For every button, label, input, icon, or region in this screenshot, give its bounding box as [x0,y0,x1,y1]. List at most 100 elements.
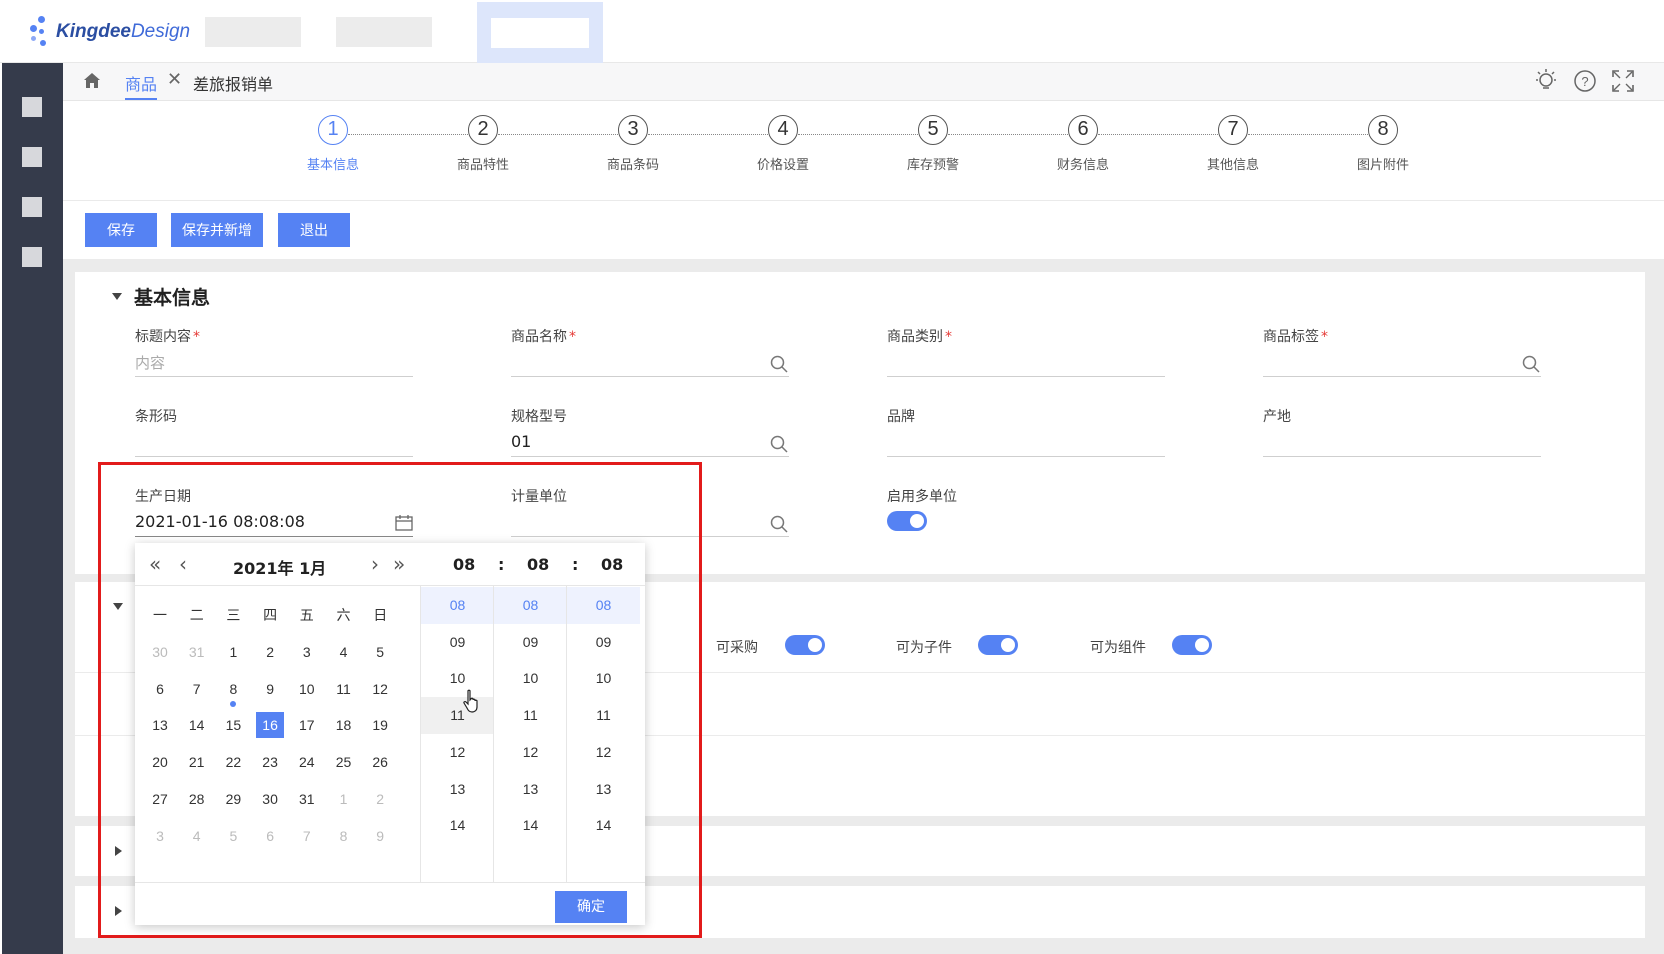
breadcrumb-tab-expense[interactable]: 差旅报销单 [193,71,273,95]
second-option[interactable]: 12 [567,734,640,771]
caret-down-icon[interactable] [112,293,122,300]
sidebar-item-3[interactable] [22,197,42,217]
calendar-day[interactable]: 1 [219,639,247,665]
calendar-day[interactable]: 9 [366,823,394,849]
double-right-icon[interactable]: » [393,552,405,576]
calendar-day[interactable]: 12 [366,676,394,702]
calendar-day[interactable]: 31 [183,639,211,665]
spec-model-input[interactable]: 01 [511,432,531,451]
exit-button[interactable]: 退出 [278,213,350,247]
calendar-day[interactable]: 8 [330,823,358,849]
calendar-day[interactable]: 16 [256,712,285,739]
calendar-day[interactable]: 4 [330,639,358,665]
hour-option[interactable]: 14 [421,807,494,844]
calendar-day[interactable]: 27 [146,786,174,812]
calendar-day[interactable]: 30 [146,639,174,665]
hour-option[interactable]: 09 [421,624,494,661]
calendar-day[interactable]: 18 [330,712,358,738]
calendar-day[interactable]: 28 [183,786,211,812]
calendar-day[interactable]: 5 [219,823,247,849]
calendar-day[interactable]: 25 [330,749,358,775]
sidebar-item-1[interactable] [22,97,42,117]
calendar-day[interactable]: 9 [256,676,284,702]
top-nav-tab-2[interactable] [336,17,432,47]
confirm-button[interactable]: 确定 [555,891,627,923]
second-option[interactable]: 10 [567,660,640,697]
hour-option[interactable]: 08 [421,587,494,624]
breadcrumb-tab-product[interactable]: 商品 [125,71,158,100]
calendar-day[interactable]: 11 [330,676,358,702]
component-toggle[interactable] [1172,635,1212,655]
calendar-day[interactable]: 30 [256,786,284,812]
origin-input[interactable] [1263,430,1541,456]
bulb-icon[interactable] [1533,68,1559,94]
sidebar-item-4[interactable] [22,247,42,267]
picker-year-month[interactable]: 2021年 1月 [233,555,326,579]
purchasable-toggle[interactable] [785,635,825,655]
minute-option[interactable]: 12 [494,734,567,771]
second-option[interactable]: 09 [567,624,640,661]
calendar-day[interactable]: 17 [293,712,321,738]
search-icon[interactable] [770,355,788,373]
step-5[interactable]: 5 库存预警 [873,115,993,173]
second-option[interactable]: 14 [567,807,640,844]
calendar-day[interactable]: 31 [293,786,321,812]
step-1[interactable]: 1 基本信息 [273,115,393,173]
hour-option[interactable]: 10 [421,660,494,697]
second-option[interactable]: 11 [567,697,640,734]
brand-input[interactable] [887,430,1165,456]
calendar-day[interactable]: 29 [219,786,247,812]
save-and-new-button[interactable]: 保存并新增 [171,213,263,247]
second-option[interactable]: 08 [567,587,640,624]
calendar-day[interactable]: 3 [293,639,321,665]
calendar-day[interactable]: 6 [256,823,284,849]
calendar-day[interactable]: 7 [293,823,321,849]
minute-option[interactable]: 10 [494,660,567,697]
product-category-input[interactable] [887,350,1165,376]
calendar-day[interactable]: 7 [183,676,211,702]
calendar-day[interactable]: 21 [183,749,211,775]
title-content-input[interactable]: 内容 [135,352,165,373]
calendar-day[interactable]: 23 [256,749,284,775]
sidebar-item-2[interactable] [22,147,42,167]
calendar-day[interactable]: 2 [256,639,284,665]
right-icon[interactable]: › [371,552,379,576]
calendar-day[interactable]: 24 [293,749,321,775]
section-header[interactable]: 基本信息 [112,283,210,310]
search-icon[interactable] [770,435,788,453]
hour-option[interactable]: 12 [421,734,494,771]
calendar-day[interactable]: 6 [146,676,174,702]
step-8[interactable]: 8 图片附件 [1323,115,1443,173]
top-nav-tab-active[interactable] [477,2,603,63]
calendar-day[interactable]: 5 [366,639,394,665]
calendar-day[interactable]: 2 [366,786,394,812]
minute-option[interactable]: 09 [494,624,567,661]
minute-option[interactable]: 14 [494,807,567,844]
search-icon[interactable] [1522,355,1540,373]
minute-option[interactable]: 11 [494,697,567,734]
calendar-day[interactable]: 14 [183,712,211,738]
calendar-day[interactable]: 1 [330,786,358,812]
left-icon[interactable]: ‹ [179,552,187,576]
product-name-input[interactable] [511,350,789,376]
minute-option[interactable]: 08 [494,587,567,624]
subpart-toggle[interactable] [978,635,1018,655]
brand-logo[interactable]: KingdeeDesign [28,14,190,50]
save-button[interactable]: 保存 [85,213,157,247]
calendar-day[interactable]: 13 [146,712,174,738]
calendar-day[interactable]: 8 [219,676,247,702]
step-6[interactable]: 6 财务信息 [1023,115,1143,173]
calendar-day[interactable]: 15 [219,712,247,738]
fullscreen-icon[interactable] [1611,69,1635,93]
calendar-day[interactable]: 26 [366,749,394,775]
help-icon[interactable]: ? [1573,69,1597,93]
minute-option[interactable]: 13 [494,771,567,808]
step-3[interactable]: 3 商品条码 [573,115,693,173]
multi-unit-toggle[interactable] [887,511,927,531]
hour-option[interactable]: 11 [421,697,494,735]
home-icon[interactable] [83,72,101,89]
calendar-day[interactable]: 22 [219,749,247,775]
calendar-day[interactable]: 3 [146,823,174,849]
barcode-input[interactable] [135,430,413,456]
double-left-icon[interactable]: « [149,552,161,576]
